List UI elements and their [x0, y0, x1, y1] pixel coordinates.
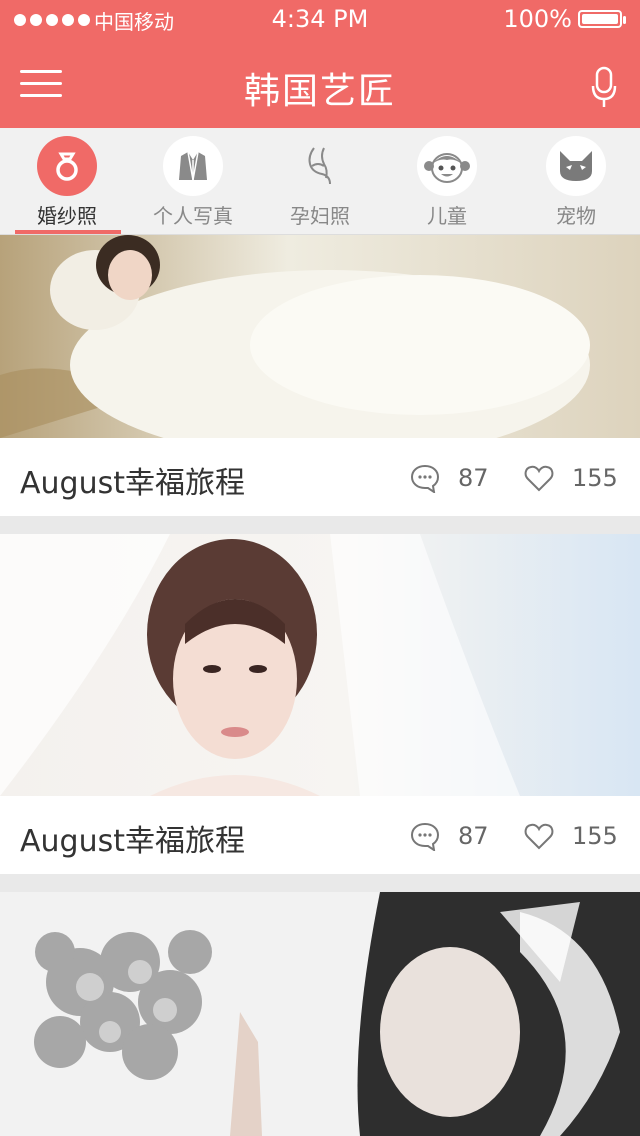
like-count[interactable]: 155	[524, 820, 618, 852]
tab-maternity[interactable]: 孕妇照	[256, 128, 384, 234]
status-bar: 中国移动 4:34 PM 100%	[0, 0, 640, 40]
tab-label: 婚纱照	[37, 204, 97, 228]
battery-percent: 100%	[503, 5, 572, 33]
album-card[interactable]	[0, 892, 640, 1136]
child-face-icon	[417, 136, 477, 196]
album-title: August幸福旅程	[20, 824, 245, 859]
heart-icon	[524, 823, 554, 850]
heart-icon	[524, 465, 554, 492]
battery-icon	[578, 10, 626, 28]
tab-pets[interactable]: 宠物	[512, 128, 640, 234]
tab-label: 宠物	[556, 204, 596, 228]
like-count-value: 155	[572, 464, 618, 492]
category-tabs: 婚纱照 个人写真 孕妇照 儿童 宠物	[0, 128, 640, 235]
active-tab-indicator	[15, 230, 121, 234]
microphone-icon[interactable]	[590, 66, 618, 110]
tab-label: 孕妇照	[290, 204, 350, 228]
comment-count[interactable]: 87	[410, 462, 489, 494]
album-card[interactable]: August幸福旅程 87 155	[0, 235, 640, 516]
tab-wedding[interactable]: 婚纱照	[3, 128, 131, 234]
album-title: August幸福旅程	[20, 466, 245, 501]
album-photo[interactable]	[0, 235, 640, 438]
like-count-value: 155	[572, 822, 618, 850]
pregnant-icon	[290, 136, 350, 196]
tab-label: 儿童	[427, 204, 467, 228]
cat-icon	[546, 136, 606, 196]
tab-portrait[interactable]: 个人写真	[129, 128, 257, 234]
album-caption: August幸福旅程 87 155	[0, 796, 640, 874]
tab-label: 个人写真	[153, 204, 233, 228]
ring-icon	[37, 136, 97, 196]
album-caption: August幸福旅程 87 155	[0, 438, 640, 516]
page-title: 韩国艺匠	[243, 71, 396, 112]
album-photo[interactable]	[0, 892, 640, 1136]
comment-count[interactable]: 87	[410, 820, 489, 852]
tab-children[interactable]: 儿童	[383, 128, 511, 234]
comment-icon	[410, 822, 440, 851]
app-header: 中国移动 4:34 PM 100% 韩国艺匠	[0, 0, 640, 128]
comment-count-value: 87	[458, 822, 489, 850]
comment-count-value: 87	[458, 464, 489, 492]
like-count[interactable]: 155	[524, 462, 618, 494]
album-card[interactable]: August幸福旅程 87 155	[0, 534, 640, 874]
comment-icon	[410, 464, 440, 493]
album-photo[interactable]	[0, 534, 640, 796]
jacket-icon	[163, 136, 223, 196]
nav-bar: 韩国艺匠	[0, 40, 640, 128]
